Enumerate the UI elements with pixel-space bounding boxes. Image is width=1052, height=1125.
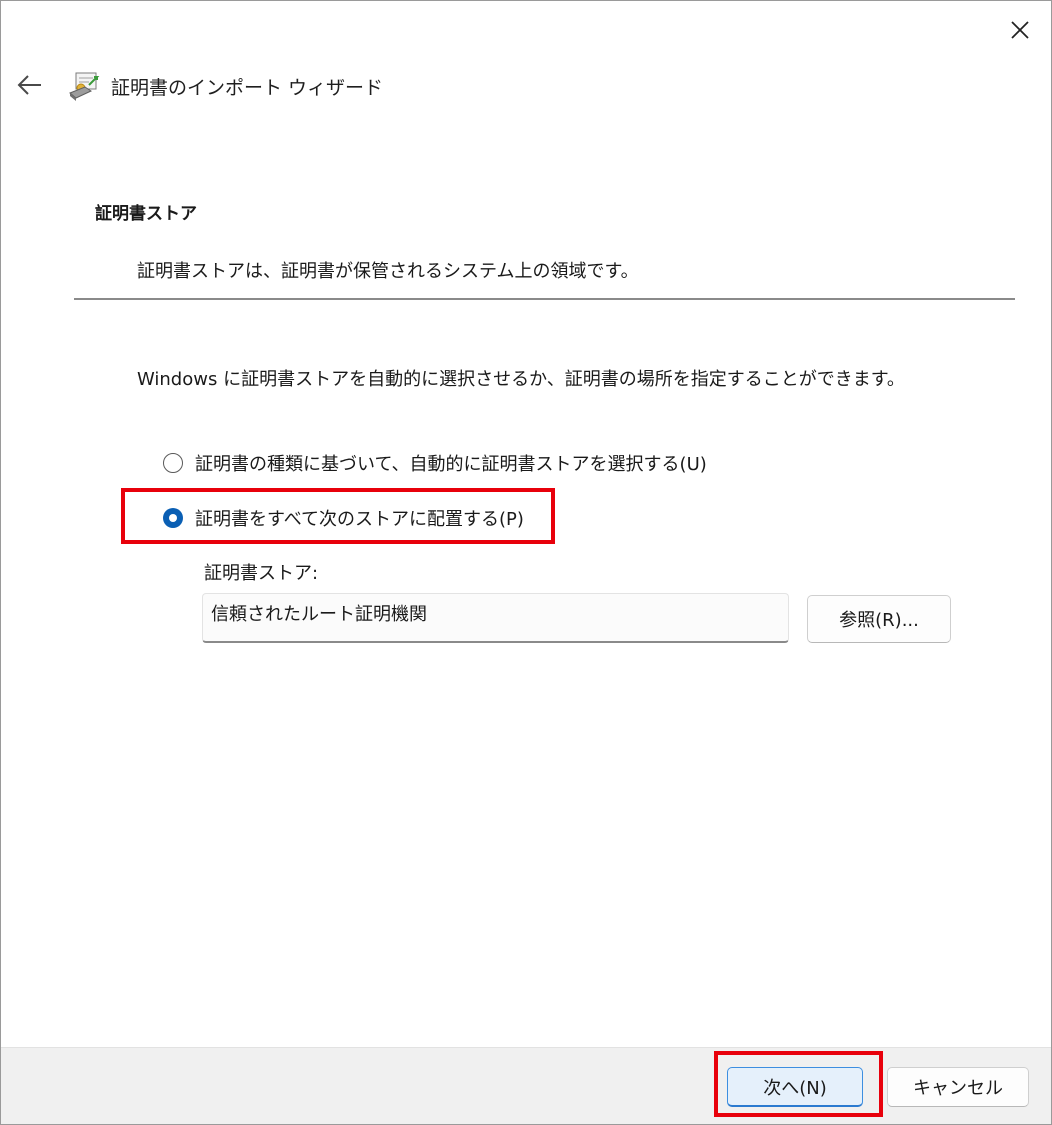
radio-place-in-store[interactable]: 証明書をすべて次のストアに配置する(P) [163,503,524,533]
close-button[interactable] [999,11,1039,47]
cancel-button[interactable]: キャンセル [887,1067,1029,1107]
window-title: 証明書のインポート ウィザード [111,77,384,99]
browse-button[interactable]: 参照(R)... [807,595,951,643]
header-separator [74,298,1015,300]
close-icon [1011,21,1029,39]
radio-label: 証明書をすべて次のストアに配置する(P) [195,509,524,530]
certificate-import-icon [67,69,101,103]
back-button[interactable] [13,67,47,103]
radio-auto-select-store[interactable]: 証明書の種類に基づいて、自動的に証明書ストアを選択する(U) [163,448,707,478]
radio-button-selected[interactable] [163,508,183,528]
radio-label: 証明書の種類に基づいて、自動的に証明書ストアを選択する(U) [195,454,707,475]
intro-text: Windows に証明書ストアを自動的に選択させるか、証明書の場所を指定すること… [137,369,905,390]
section-description: 証明書ストアは、証明書が保管されるシステム上の領域です。 [137,261,639,282]
wizard-window: 証明書のインポート ウィザード 証明書ストア 証明書ストアは、証明書が保管される… [0,0,1052,1125]
back-arrow-icon [17,75,41,95]
next-button[interactable]: 次へ(N) [727,1067,863,1107]
radio-button-unselected[interactable] [163,453,183,473]
section-title: 証明書ストア [95,204,197,224]
store-input[interactable]: 信頼されたルート証明機関 [202,593,789,643]
store-field-label: 証明書ストア: [204,563,319,584]
